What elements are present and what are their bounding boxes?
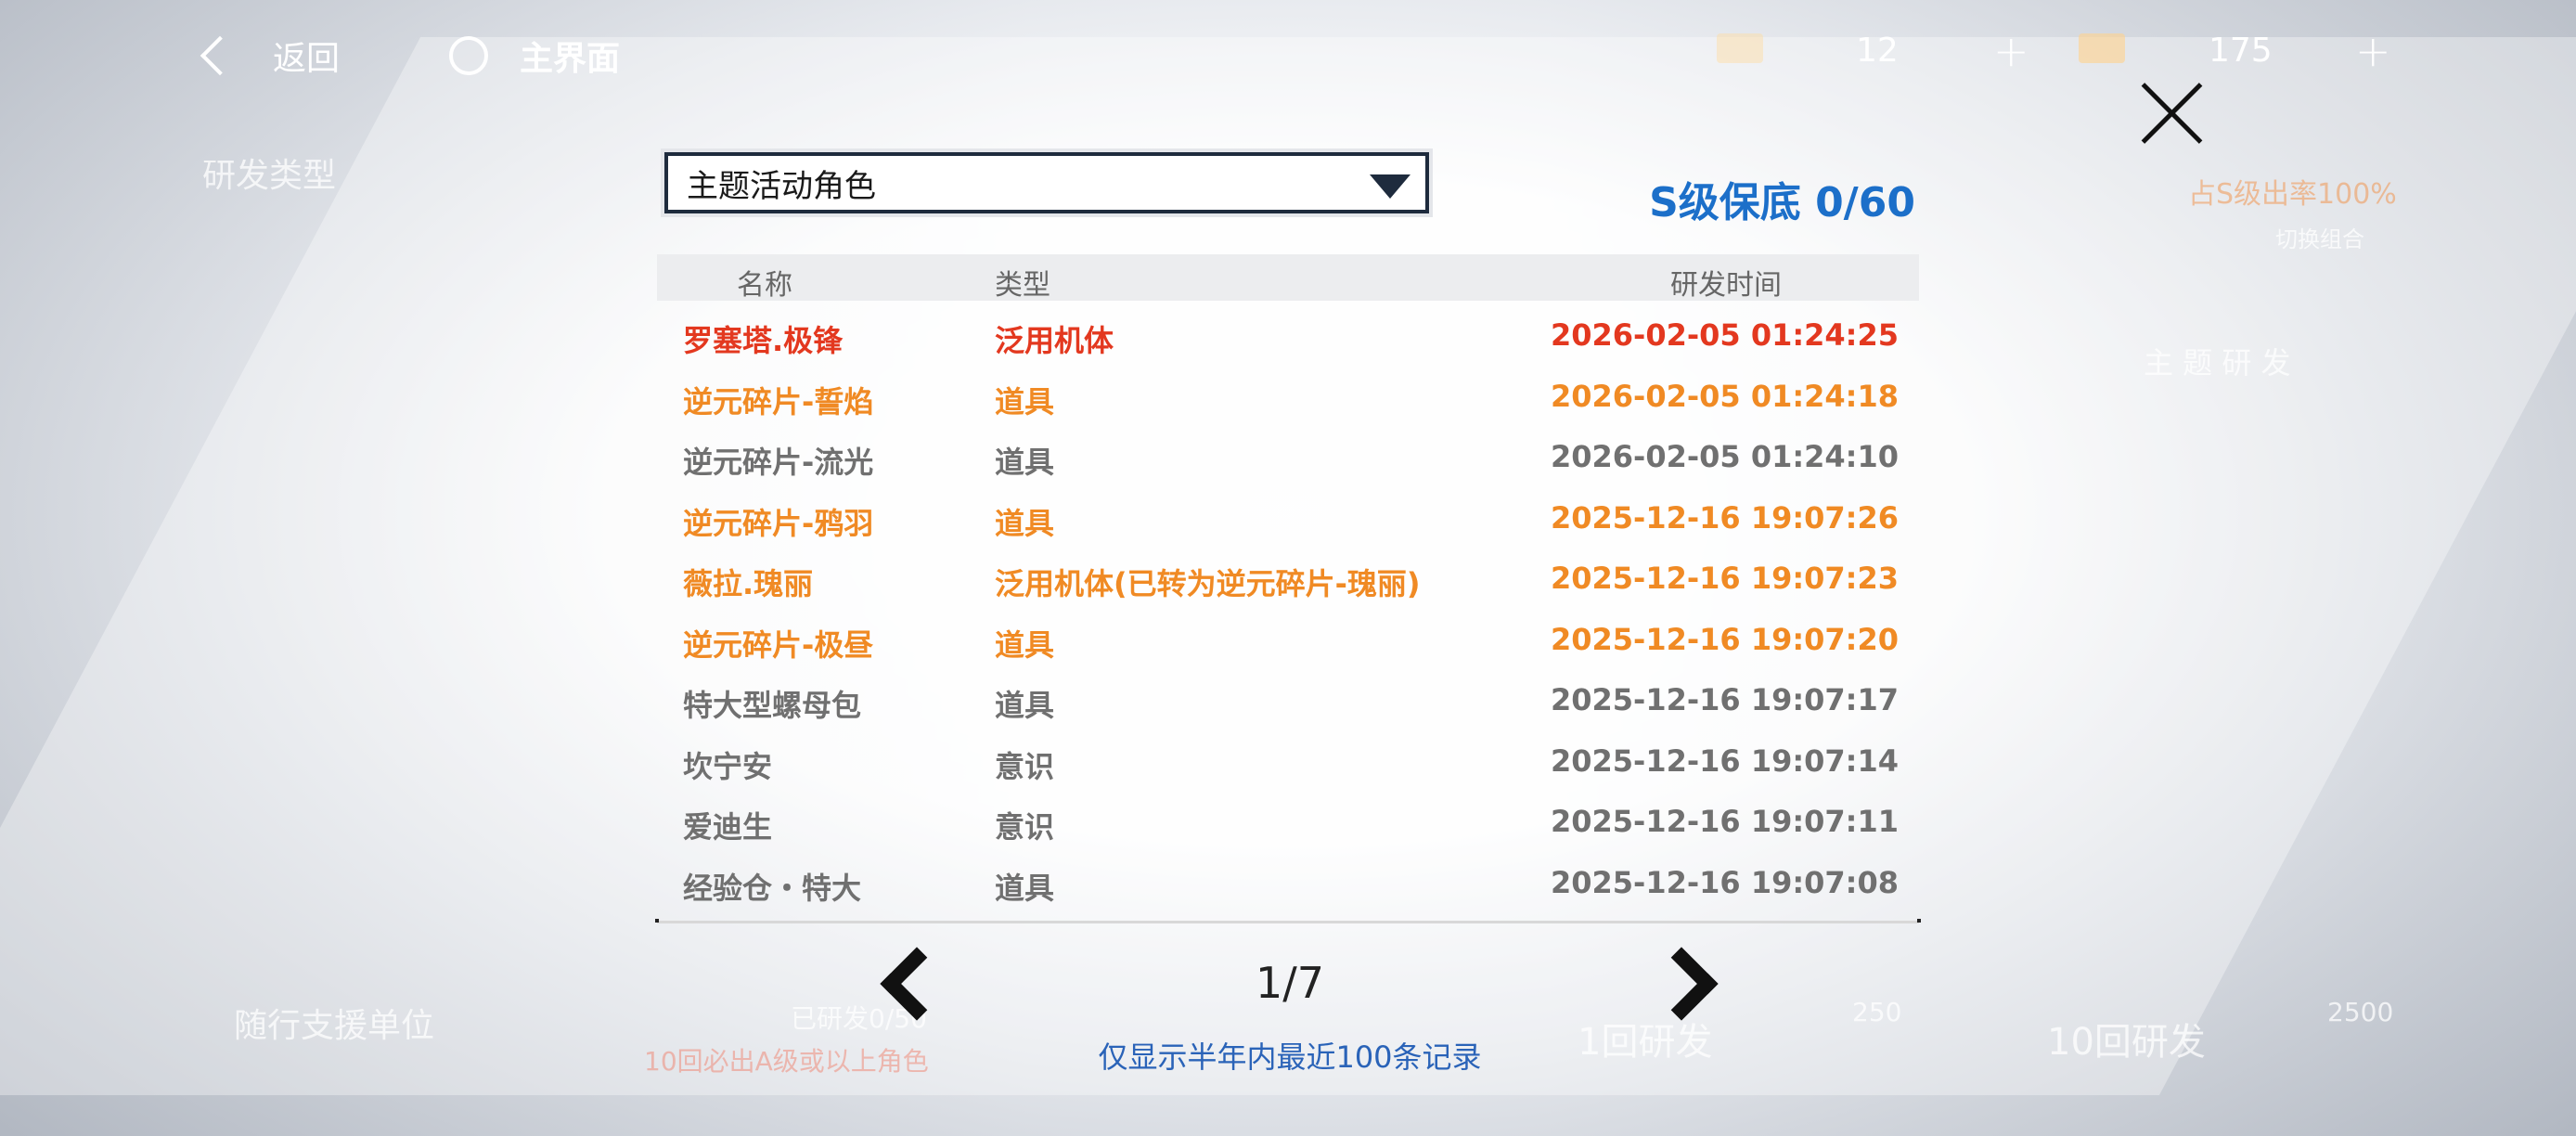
table-row: 逆元碎片-誓焰 道具 2026-02-05 01:24:18 [657, 368, 1919, 429]
resource2-value: 175 [2209, 32, 2273, 70]
record-time: 2026-02-05 01:24:10 [1550, 439, 1899, 474]
research-record-dialog: 主题活动角色 S级保底 0/60 名称 类型 研发时间 罗塞塔.极锋 泛用机体 20… [650, 139, 1930, 1086]
chevron-left-icon [200, 35, 240, 76]
record-name: 经验仓・特大 [683, 870, 862, 906]
record-type: 道具 [995, 445, 1055, 480]
record-time: 2025-12-16 19:07:08 [1550, 864, 1899, 900]
table-row: 逆元碎片-鸦羽 道具 2025-12-16 19:07:26 [657, 489, 1919, 550]
record-time: 2025-12-16 19:07:23 [1550, 561, 1899, 596]
theme-research-title: 主 题 研 发 [2144, 345, 2291, 381]
record-limit-note: 仅显示半年内最近100条记录 [1098, 1039, 1482, 1075]
record-time: 2026-02-05 01:24:18 [1550, 378, 1899, 414]
table-row: 坎宁安 意识 2025-12-16 19:07:14 [657, 732, 1919, 794]
dropdown-selected-value: 主题活动角色 [687, 167, 876, 205]
home-button[interactable]: 主界面 [449, 32, 620, 80]
record-time: 2025-12-16 19:07:17 [1550, 682, 1899, 717]
resource1-value: 12 [1856, 32, 1899, 70]
record-type: 道具 [995, 688, 1055, 723]
record-type: 道具 [995, 870, 1055, 906]
record-type: 道具 [995, 505, 1055, 541]
support-unit-button[interactable]: 随行支援单位 [234, 999, 434, 1047]
record-time: 2025-12-16 19:07:26 [1550, 499, 1899, 536]
record-time: 2025-12-16 19:07:14 [1550, 742, 1899, 779]
resource1-add-button[interactable]: + [1993, 26, 2029, 76]
table-row: 罗塞塔.极锋 泛用机体 2026-02-05 01:24:25 [657, 306, 1919, 368]
pity-counter: S级保底 0/60 [1649, 179, 1915, 226]
table-row: 逆元碎片-极昼 道具 2025-12-16 19:07:20 [657, 611, 1919, 672]
record-name: 逆元碎片-流光 [683, 445, 874, 480]
home-label: 主界面 [520, 40, 621, 78]
research-type-label: 研发类型 [202, 157, 337, 195]
record-type: 意识 [995, 809, 1055, 845]
table-row: 逆元碎片-流光 道具 2026-02-05 01:24:10 [657, 428, 1919, 489]
record-type: 意识 [995, 748, 1055, 784]
record-time: 2025-12-16 19:07:11 [1550, 804, 1899, 839]
record-name: 特大型螺母包 [683, 688, 862, 723]
record-name: 逆元碎片-鸦羽 [683, 505, 874, 541]
record-name: 逆元碎片-誓焰 [683, 383, 874, 420]
record-name: 逆元碎片-极昼 [683, 626, 874, 663]
table-row: 薇拉.瑰丽 泛用机体(已转为逆元碎片-瑰丽) 2025-12-16 19:07:23 [657, 549, 1919, 611]
page-indicator: 1/7 [1255, 958, 1325, 1008]
table-row: 经验仓・特大 道具 2025-12-16 19:07:08 [657, 854, 1919, 915]
home-circle-icon [449, 36, 488, 75]
next-page-button[interactable] [1644, 937, 1719, 1021]
caret-down-icon [1370, 174, 1410, 199]
record-type: 道具 [995, 626, 1055, 663]
crystal-icon [2079, 33, 2125, 63]
record-list: 罗塞塔.极锋 泛用机体 2026-02-05 01:24:25 逆元碎片-誓焰 道具 20… [657, 306, 1919, 914]
record-type: 泛用机体 [995, 323, 1114, 358]
back-button[interactable]: 返回 [200, 32, 341, 80]
ten-pull-button[interactable]: 10回研发 [2047, 1012, 2206, 1065]
record-name: 爱迪生 [683, 809, 773, 845]
table-row: 特大型螺母包 道具 2025-12-16 19:07:17 [657, 671, 1919, 732]
record-time: 2026-02-05 01:24:25 [1550, 317, 1899, 353]
record-name: 薇拉.瑰丽 [683, 566, 814, 601]
pool-select-dropdown[interactable]: 主题活动角色 [664, 152, 1429, 213]
back-label: 返回 [273, 40, 341, 78]
column-header-name: 名称 [737, 269, 792, 302]
resource2-add-button[interactable]: + [2355, 26, 2391, 76]
record-time: 2025-12-16 19:07:20 [1550, 621, 1899, 657]
record-type: 泛用机体(已转为逆元碎片-瑰丽) [995, 566, 1421, 601]
chevron-right-icon [1644, 947, 1719, 1021]
record-name: 罗塞塔.极锋 [683, 323, 844, 358]
column-header-type: 类型 [995, 269, 1050, 302]
table-row: 爱迪生 意识 2025-12-16 19:07:11 [657, 793, 1919, 854]
column-header-time: 研发时间 [1670, 269, 1782, 302]
stamina-icon [1717, 33, 1763, 63]
table-divider [655, 919, 1921, 923]
record-name: 坎宁安 [683, 748, 773, 784]
ten-pull-cost: 2500 [2327, 997, 2394, 1027]
table-header: 名称 类型 研发时间 [657, 254, 1919, 302]
switch-combo-button[interactable]: 切换组合 [2275, 221, 2364, 253]
record-type: 道具 [995, 383, 1055, 420]
s-rate-label: 占S级出率100% [2188, 178, 2397, 211]
close-icon[interactable] [2134, 76, 2209, 150]
